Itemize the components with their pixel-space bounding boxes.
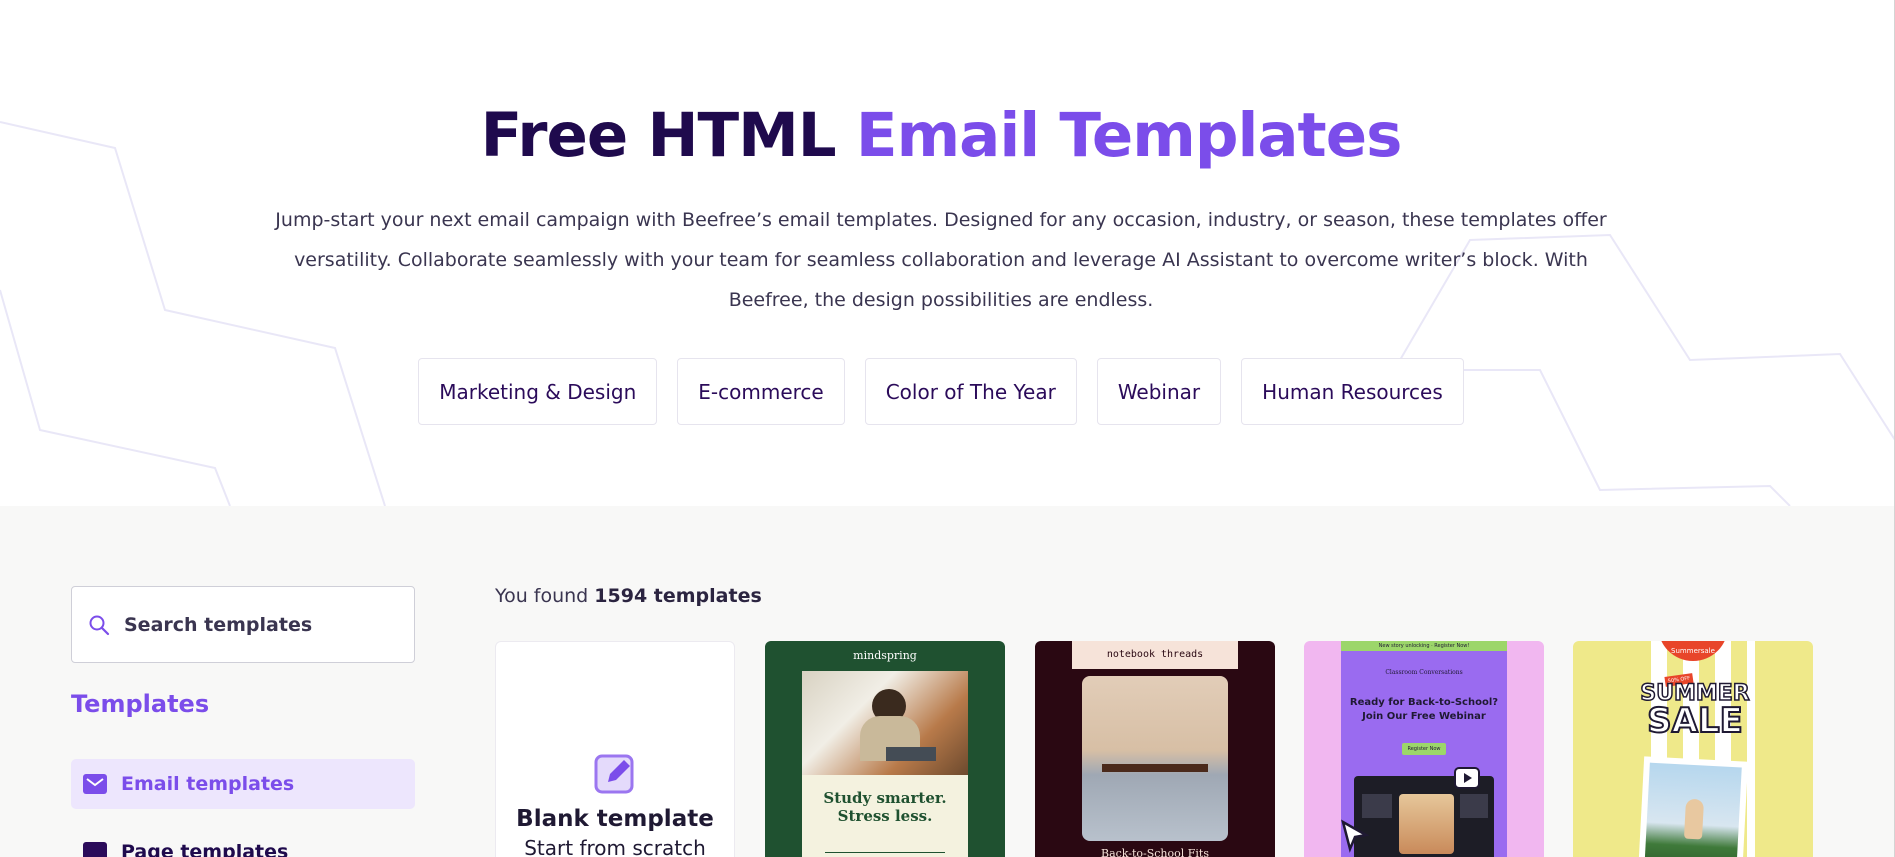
template-card-blank[interactable]: Blank template Start from scratch xyxy=(495,641,735,857)
cursor-icon xyxy=(1341,819,1370,853)
category-chip-marketing-design[interactable]: Marketing & Design xyxy=(418,358,658,425)
title-accent-text: Email Templates xyxy=(855,100,1402,171)
notebook-caption: Back-to-School Fits xyxy=(1100,847,1209,857)
template-card-notebook-threads[interactable]: notebook threads Back-to-School Fits xyxy=(1035,641,1275,857)
mindspring-photo xyxy=(802,671,968,775)
category-chip-ecommerce[interactable]: E-commerce xyxy=(677,358,845,425)
sidebar-item-page-templates[interactable]: Page templates xyxy=(71,827,415,857)
results-prefix: You found xyxy=(495,585,595,607)
mindspring-headline-2: Stress less. xyxy=(837,807,933,825)
sidebar-item-email-templates[interactable]: Email templates xyxy=(71,759,415,809)
category-chip-webinar[interactable]: Webinar xyxy=(1096,358,1222,425)
category-chip-color-of-the-year[interactable]: Color of The Year xyxy=(864,358,1077,425)
hero-section: Free HTML Email Templates Jump-start you… xyxy=(0,0,1895,506)
notebook-brand: notebook threads xyxy=(1106,649,1204,660)
template-card-summer-sale[interactable]: Summersale 50% OFF SUMMER SALE xyxy=(1573,641,1813,857)
template-card-mindspring[interactable]: mindspring Study smarter. Stress less. xyxy=(765,641,1005,857)
webinar-headline-2: Join Our Free Webinar xyxy=(1362,711,1486,722)
webinar-brand: Classroom Conversations xyxy=(1385,669,1463,676)
search-icon xyxy=(89,615,110,635)
edit-icon xyxy=(594,754,634,794)
notebook-photo xyxy=(1082,676,1228,841)
webinar-topbar: New story unlocking · Register Now! xyxy=(1341,641,1507,651)
webinar-headline-1: Ready for Back-to-School? xyxy=(1349,697,1499,708)
template-card-webinar[interactable]: New story unlocking · Register Now! Clas… xyxy=(1304,641,1544,857)
templates-heading: Templates xyxy=(71,690,210,718)
mindspring-brand: mindspring xyxy=(853,649,917,662)
sidebar-item-label: Page templates xyxy=(121,841,289,857)
webinar-register-button: Register Now xyxy=(1402,743,1446,755)
mindspring-headline-1: Study smarter. xyxy=(823,789,947,807)
sidebar-item-label: Email templates xyxy=(121,773,295,795)
category-chip-human-resources[interactable]: Human Resources xyxy=(1241,358,1464,425)
hero-description: Jump-start your next email campaign with… xyxy=(275,209,1607,311)
blank-template-subtitle: Start from scratch xyxy=(524,836,706,857)
search-box[interactable] xyxy=(71,586,415,663)
play-icon xyxy=(1454,767,1480,789)
page-title: Free HTML Email Templates xyxy=(0,100,1882,171)
search-input[interactable] xyxy=(124,613,384,636)
category-chips: Marketing & Design E-commerce Color of T… xyxy=(0,358,1882,425)
title-text: Free HTML xyxy=(480,100,856,171)
blank-template-title: Blank template xyxy=(516,806,714,832)
results-count: You found 1594 templates xyxy=(495,585,762,607)
mindspring-divider xyxy=(825,852,945,853)
page-icon xyxy=(83,842,107,857)
summer-photo xyxy=(1637,756,1749,857)
summer-line-2: SALE xyxy=(1646,700,1744,742)
results-number: 1594 templates xyxy=(594,585,762,607)
envelope-icon xyxy=(83,774,107,794)
